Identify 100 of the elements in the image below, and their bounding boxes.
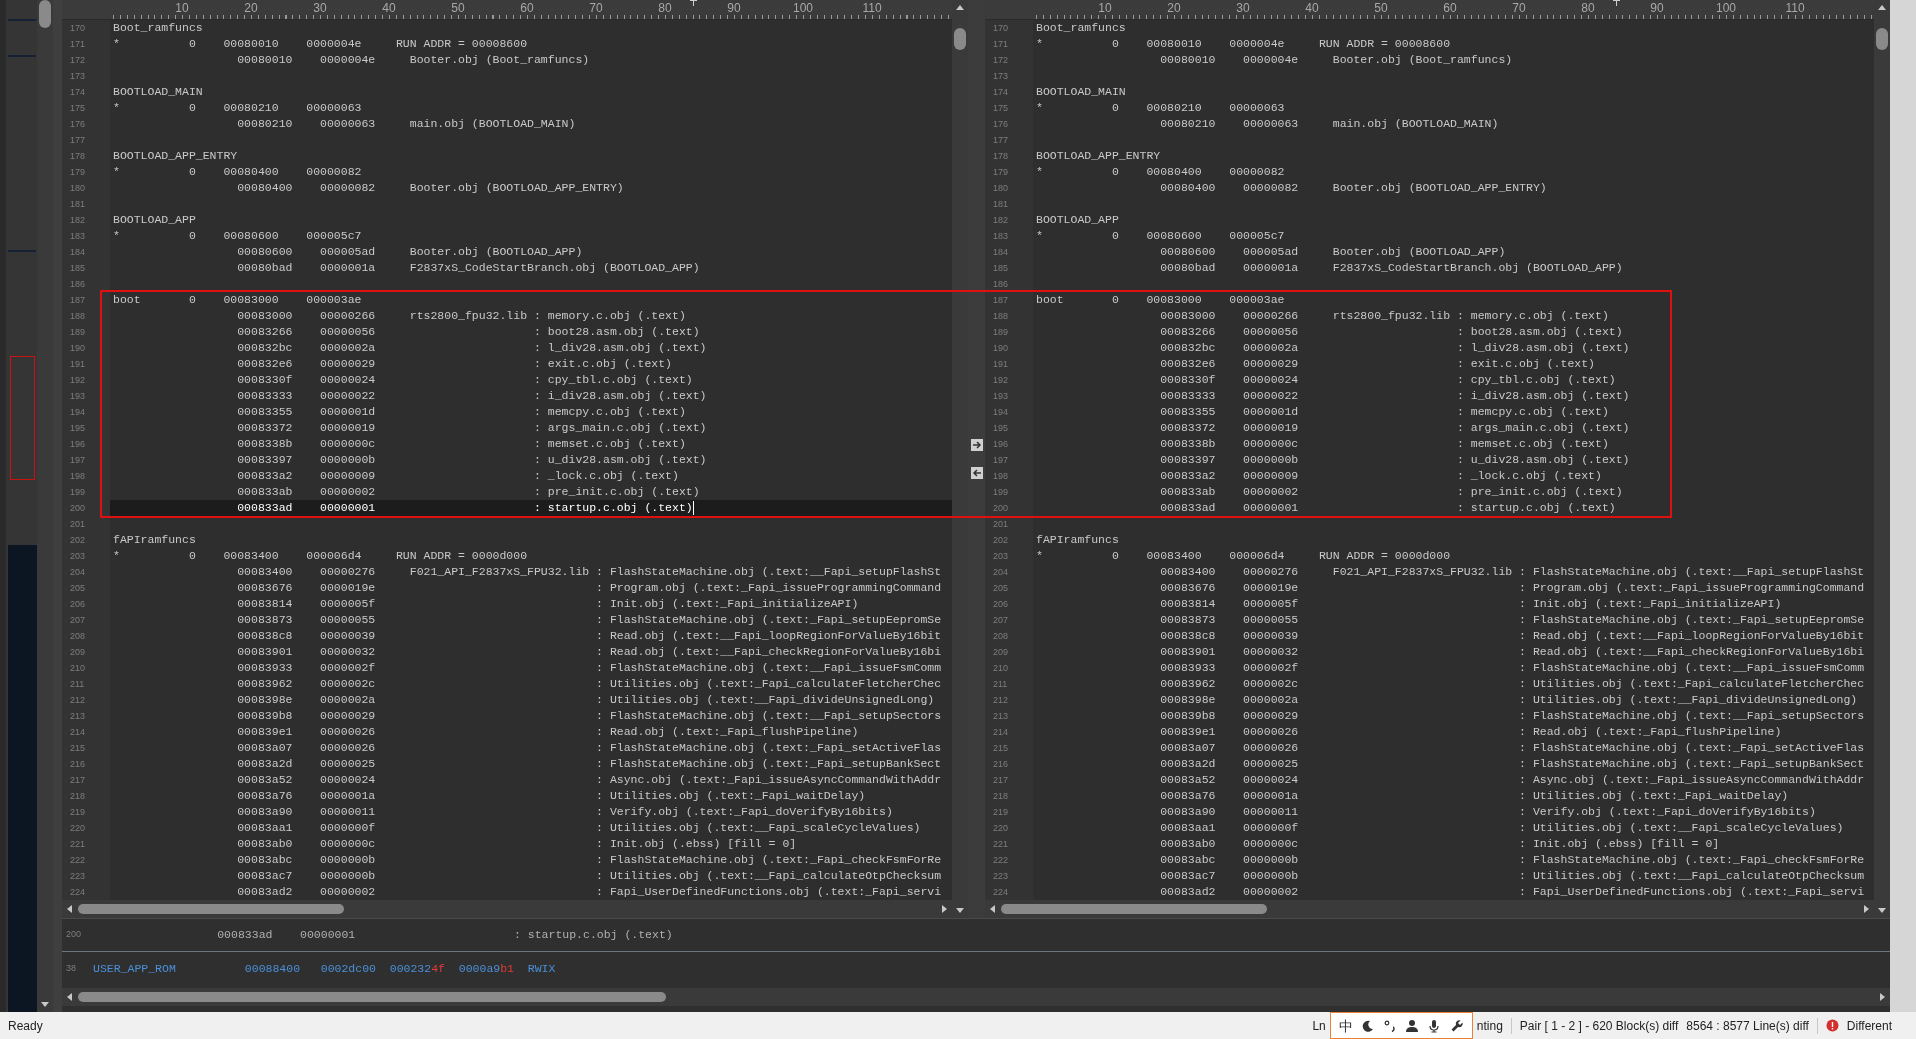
- line-diff-count: 8564 : 8577 Line(s) diff: [1686, 1017, 1809, 1035]
- code-line: USER_APP_ROM 00088400 0002dc00 0002324f 0000a9b1 RWIX: [92, 960, 556, 977]
- ruler-label: 30: [1236, 1, 1250, 15]
- line-number: 184: [985, 244, 1033, 260]
- line-number: 206: [62, 596, 110, 612]
- code-line: 000839e1 00000026 : Read.obj (.text:_Fapi_flushPipeline): [1159, 724, 1782, 740]
- wrench-icon[interactable]: [1449, 1018, 1464, 1033]
- line-number: 176: [985, 116, 1033, 132]
- error-icon: [1825, 1019, 1839, 1032]
- line-number: 210: [62, 660, 110, 676]
- line-number: 172: [62, 52, 110, 68]
- code-line: 000832e6 00000029 : exit.c.obj (.text): [1159, 356, 1595, 372]
- line-number: 179: [985, 164, 1033, 180]
- code-line: BOOTLOAD_APP_ENTRY: [112, 148, 238, 164]
- code-line: 00083333 00000022 : i_div28.asm.obj (.text): [1159, 388, 1630, 404]
- scrollbar-thumb[interactable]: [78, 904, 344, 914]
- code-line: 0008338b 0000000c : memset.c.obj (.text): [1159, 436, 1609, 452]
- ruler-label: 80: [1581, 1, 1595, 15]
- ruler-label: 10: [1098, 1, 1112, 15]
- line-number: 209: [62, 644, 110, 660]
- ruler-label: 110: [862, 1, 882, 15]
- ruler-label: 90: [1650, 1, 1664, 15]
- ruler-label: 60: [520, 1, 534, 15]
- ruler-label: 40: [382, 1, 396, 15]
- scrollbar-thumb[interactable]: [1876, 28, 1888, 50]
- scrollbar-thumb[interactable]: [39, 0, 51, 28]
- scrollbar-thumb[interactable]: [1001, 904, 1267, 914]
- code-line: 00083a76 0000001a : Utilities.obj (.text:_Fapi_waitDelay): [1159, 788, 1789, 804]
- line-number: 195: [985, 420, 1033, 436]
- line-number: 219: [985, 804, 1033, 820]
- ruler-label: 20: [244, 1, 258, 15]
- line-number: 194: [62, 404, 110, 420]
- right-arrow-icon[interactable]: [970, 439, 983, 451]
- code-line: 00083a76 0000001a : Utilities.obj (.text:_Fapi_waitDelay): [236, 788, 866, 804]
- code-line: * 0 00083400 000006d4 RUN ADDR = 0000d000: [112, 548, 528, 564]
- code-line: boot 0 00083000 000003ae: [112, 292, 362, 308]
- code-line: 00083aa1 0000000f : Utilities.obj (.text:__Fapi_scaleCycleValues): [1159, 820, 1844, 836]
- code-line: 00083400 00000276 F021_API_F2837xS_FPU32.lib : FlashStateMachine.obj (.text:__Fapi_setupFlashSt: [236, 564, 942, 580]
- code-line: * 0 00080600 000005c7: [112, 228, 362, 244]
- ruler-label: 30: [313, 1, 327, 15]
- input-mode-button[interactable]: 中: [1338, 1018, 1353, 1033]
- code-line: 00083a90 00000011 : Verify.obj (.text:_Fapi_doVerifyBy16bits): [236, 804, 893, 820]
- status-text: nting: [1476, 1017, 1503, 1035]
- code-line: 00083ab0 0000000c : Init.obj (.ebss) [fill = 0]: [1159, 836, 1720, 852]
- code-line: 00083266 00000056 : boot28.asm.obj (.text): [236, 324, 700, 340]
- code-line: 00083000 00000266 rts2800_fpu32.lib : memory.c.obj (.text): [236, 308, 686, 324]
- code-line: 00080210 00000063 main.obj (BOOTLOAD_MAIN): [1159, 116, 1499, 132]
- code-line: 0008398e 0000002a : Utilities.obj (.text:__Fapi_divideUnsignedLong): [1159, 692, 1858, 708]
- code-line: 00083814 0000005f : Init.obj (.text:_Fapi_initializeAPI): [236, 596, 859, 612]
- code-line: 00083333 00000022 : i_div28.asm.obj (.text): [236, 388, 707, 404]
- line-number: 200: [985, 500, 1033, 516]
- line-number: 174: [62, 84, 110, 100]
- line-number: 185: [62, 260, 110, 276]
- punctuation-icon[interactable]: [1383, 1018, 1398, 1033]
- line-number: 222: [62, 852, 110, 868]
- code-line: 000832bc 0000002a : l_div28.asm.obj (.text): [236, 340, 707, 356]
- code-line: 00083676 0000019e : Program.obj (.text:_Fapi_issueProgrammingCommand: [236, 580, 942, 596]
- line-number: 215: [985, 740, 1033, 756]
- line-number: 222: [985, 852, 1033, 868]
- line-number: 204: [62, 564, 110, 580]
- code-line: 0008330f 00000024 : cpy_tbl.c.obj (.text): [1159, 372, 1616, 388]
- code-line: 00083a2d 00000025 : FlashStateMachine.obj (.text:_Fapi_setupBankSect: [236, 756, 942, 772]
- code-line: 00083abc 0000000b : FlashStateMachine.obj (.text:_Fapi_checkFsmForRe: [236, 852, 942, 868]
- ruler-label: 80: [658, 1, 672, 15]
- code-line: * 0 00080010 0000004e RUN ADDR = 00008600: [112, 36, 528, 52]
- line-number: 173: [62, 68, 110, 84]
- ruler-label: 10: [175, 1, 189, 15]
- code-line: 000839b8 00000029 : FlashStateMachine.obj (.text:__Fapi_setupSectors: [236, 708, 942, 724]
- ruler-label: 100: [793, 1, 813, 15]
- code-line: 0008338b 0000000c : memset.c.obj (.text): [236, 436, 686, 452]
- line-number: 188: [62, 308, 110, 324]
- moon-icon[interactable]: [1361, 1018, 1375, 1033]
- line-number: 203: [62, 548, 110, 564]
- line-number: 187: [985, 292, 1033, 308]
- line-number: 201: [62, 516, 110, 532]
- code-line: Boot_ramfuncs: [1035, 20, 1126, 36]
- line-number: 194: [985, 404, 1033, 420]
- line-number: 179: [62, 164, 110, 180]
- scrollbar-thumb[interactable]: [78, 992, 666, 1002]
- code-line: 00080600 000005ad Booter.obj (BOOTLOAD_APP): [1159, 244, 1506, 260]
- microphone-icon[interactable]: [1427, 1018, 1442, 1033]
- ruler-label: 70: [1512, 1, 1526, 15]
- left-arrow-icon[interactable]: [970, 467, 983, 479]
- person-icon[interactable]: [1405, 1018, 1420, 1033]
- code-line: * 0 00080210 00000063: [112, 100, 362, 116]
- code-line: 00080210 00000063 main.obj (BOOTLOAD_MAIN): [236, 116, 576, 132]
- line-number: 214: [62, 724, 110, 740]
- line-number: 200: [65, 928, 83, 942]
- code-line: * 0 00083400 000006d4 RUN ADDR = 0000d000: [1035, 548, 1451, 564]
- line-number: 183: [62, 228, 110, 244]
- scrollbar-thumb[interactable]: [954, 28, 966, 50]
- code-line: 00083abc 0000000b : FlashStateMachine.obj (.text:_Fapi_checkFsmForRe: [1159, 852, 1865, 868]
- line-number: 214: [985, 724, 1033, 740]
- line-number: 197: [985, 452, 1033, 468]
- code-line: 00080bad 0000001a F2837xS_CodeStartBranch.obj (BOOTLOAD_APP): [1159, 260, 1623, 276]
- line-number: 177: [985, 132, 1033, 148]
- code-line: * 0 00080210 00000063: [1035, 100, 1285, 116]
- code-line: boot 0 00083000 000003ae: [1035, 292, 1285, 308]
- line-number: 224: [985, 884, 1033, 900]
- code-line: 00083676 0000019e : Program.obj (.text:_Fapi_issueProgrammingCommand: [1159, 580, 1865, 596]
